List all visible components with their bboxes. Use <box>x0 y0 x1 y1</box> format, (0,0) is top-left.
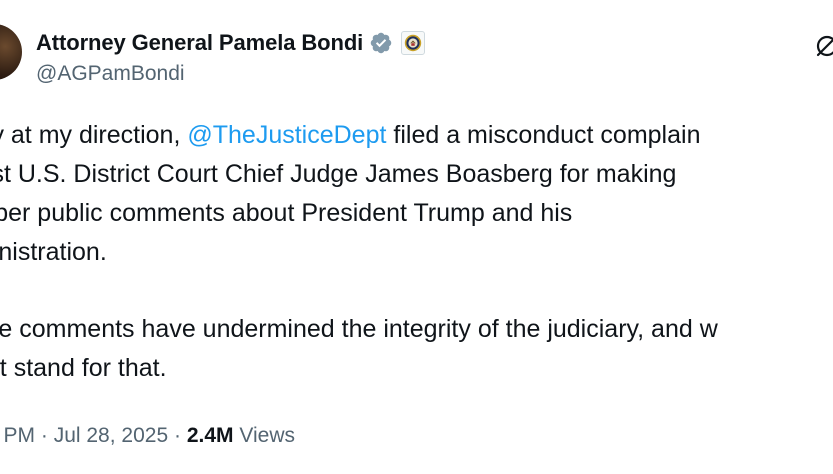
meta-separator: · <box>173 424 181 447</box>
author-handle[interactable]: @AGPamBondi <box>36 62 185 86</box>
tweet-text: lay at my direction, @TheJusticeDept fil… <box>0 116 833 388</box>
tweet-text-segment: filed a misconduct complain <box>386 121 701 149</box>
doj-seal-icon[interactable] <box>401 31 426 55</box>
tweet-line: lay at my direction, @TheJusticeDept fil… <box>0 116 833 155</box>
verified-badge-icon[interactable] <box>369 31 393 55</box>
grok-icon[interactable] <box>814 33 833 59</box>
post-date[interactable]: Jul 28, 2025 <box>54 424 168 447</box>
tweet-line: ministration. <box>0 238 107 266</box>
author-name-row: Attorney General Pamela Bondi <box>36 28 426 58</box>
view-count: 2.4M <box>186 424 234 447</box>
post-time[interactable]: 4 PM <box>0 424 35 447</box>
tweet-line: inst U.S. District Court Chief Judge Jam… <box>0 160 677 188</box>
views-label: Views <box>239 424 295 447</box>
tweet-line: not stand for that. <box>0 354 167 382</box>
tweet-line: roper public comments about President Tr… <box>0 199 573 227</box>
avatar[interactable] <box>0 24 22 80</box>
author-display-name[interactable]: Attorney General Pamela Bondi <box>36 30 363 56</box>
mention-link[interactable]: @TheJusticeDept <box>187 121 386 149</box>
tweet-meta: 4 PM · Jul 28, 2025 · 2.4M Views <box>0 424 295 448</box>
meta-separator: · <box>40 424 48 447</box>
tweet-line: ese comments have undermined the integri… <box>0 315 718 343</box>
tweet-text-segment: lay at my direction, <box>0 121 181 149</box>
doj-seal-graphic <box>404 34 422 52</box>
